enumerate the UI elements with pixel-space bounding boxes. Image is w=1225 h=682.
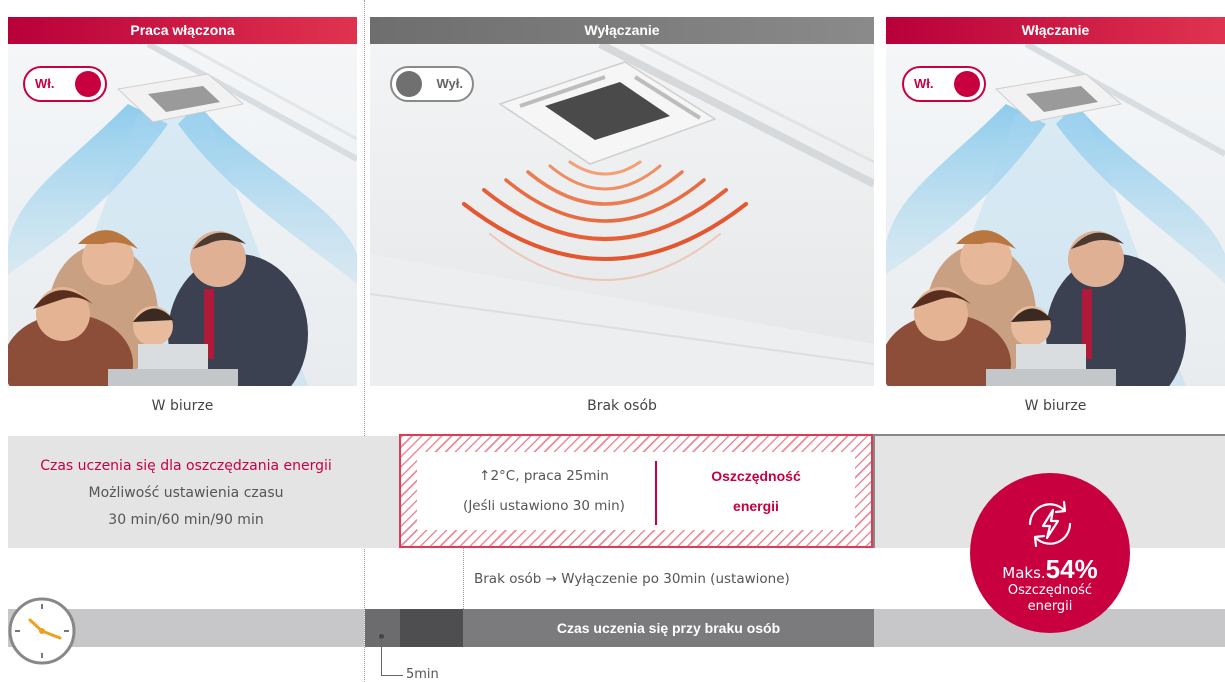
temp-shift-info: ↑2°C, praca 25min (Jeśli ustawiono 30 mi… (417, 452, 671, 530)
power-on-toggle-left[interactable]: Wł. (23, 66, 107, 102)
energy-saving-label: Oszczędność energii (657, 452, 855, 530)
toggle-knob (75, 71, 101, 97)
clock-icon (7, 596, 77, 666)
caption-office-right: W biurze (1024, 398, 1087, 414)
toggle-knob (396, 71, 422, 97)
timeline-segment-2 (365, 609, 400, 647)
marker-line-h (381, 675, 403, 676)
pointer-dotted (463, 548, 464, 609)
temp-shift-line2: (Jeśli ustawiono 30 min) (463, 498, 625, 514)
header-operation-on: Praca włączona (8, 17, 357, 44)
toggle-knob (954, 71, 980, 97)
max-savings-caption: Oszczędność energii (970, 583, 1130, 615)
timeline-segment-3 (400, 609, 463, 647)
temp-shift-line1: ↑2°C, praca 25min (479, 468, 609, 484)
energy-saving-inner: ↑2°C, praca 25min (Jeśli ustawiono 30 mi… (417, 452, 855, 530)
caption-office-left: W biurze (151, 398, 214, 414)
divider-dotted (364, 0, 365, 682)
learning-title: Czas uczenia się dla oszczędzania energi… (40, 458, 332, 474)
marker-5min: 5min (406, 667, 439, 682)
info-band-top-border (873, 434, 1225, 436)
max-savings-badge: Maks.54% Oszczędność energii (970, 473, 1130, 633)
energy-saving-box: ↑2°C, praca 25min (Jeśli ustawiono 30 mi… (399, 434, 873, 548)
max-savings-line2: energii (1027, 599, 1073, 614)
learning-line2: Możliwość ustawienia czasu (88, 485, 284, 501)
power-on-toggle-right[interactable]: Wł. (902, 66, 986, 102)
max-savings-value: Maks.54% (970, 554, 1130, 585)
energy-saving-label-1: Oszczędność (711, 468, 801, 484)
marker-line-v (381, 638, 382, 675)
timeline-label: Czas uczenia się przy braku osób (556, 620, 781, 636)
no-people-note: Brak osób → Wyłączenie po 30min (ustawio… (474, 571, 790, 587)
max-prefix: Maks. (1002, 564, 1046, 582)
toggle-label: Wł. (914, 76, 934, 91)
energy-saving-label-2: energii (733, 498, 779, 514)
header-turning-on: Włączanie (886, 17, 1225, 44)
max-savings-line1: Oszczędność (1007, 583, 1093, 598)
power-off-toggle[interactable]: Wył. (390, 66, 474, 102)
toggle-label: Wył. (436, 76, 464, 91)
header-turning-off: Wyłączanie (370, 17, 874, 44)
caption-no-people: Brak osób (587, 398, 657, 414)
toggle-label: Wł. (35, 76, 55, 91)
learning-time-info: Czas uczenia się dla oszczędzania energi… (8, 453, 364, 534)
energy-cycle-icon (1021, 495, 1079, 553)
info-band-right-step (873, 434, 875, 548)
learning-line3: 30 min/60 min/90 min (108, 512, 264, 528)
max-percent: 54% (1045, 554, 1098, 584)
